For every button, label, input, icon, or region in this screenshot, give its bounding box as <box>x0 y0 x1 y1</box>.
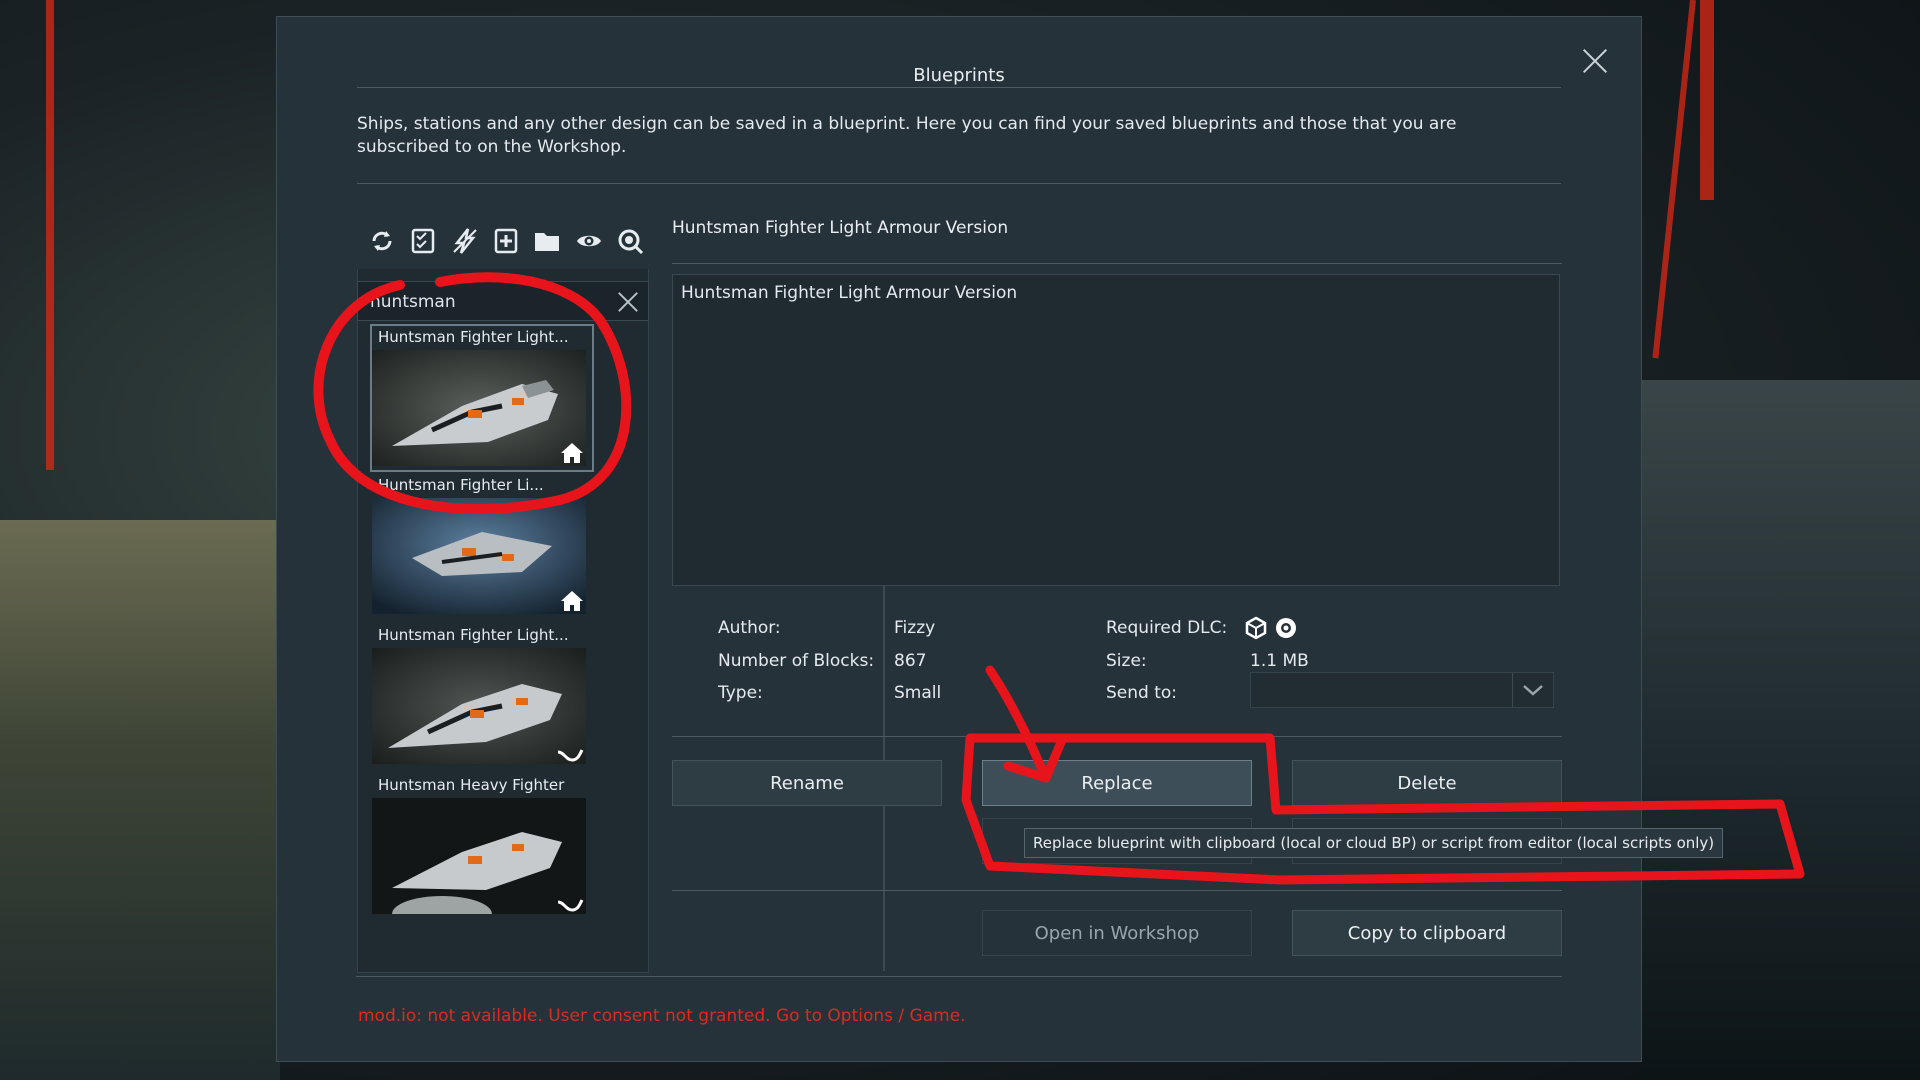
send-to-dropdown[interactable] <box>1250 672 1554 708</box>
required-dlc-label: Required DLC: <box>1106 618 1228 638</box>
refresh-icon[interactable] <box>363 222 400 260</box>
blueprint-name: Huntsman Fighter Li... <box>378 476 544 494</box>
blueprint-item[interactable]: Huntsman Fighter Light... <box>370 324 594 472</box>
replace-tooltip: Replace blueprint with clipboard (local … <box>1024 828 1724 858</box>
send-to-label: Send to: <box>1106 683 1178 703</box>
blueprint-thumbnail <box>372 350 586 466</box>
divider <box>672 890 1562 891</box>
dialog-description: Ships, stations and any other design can… <box>357 114 1457 157</box>
steam-icon <box>557 899 584 912</box>
steam-icon <box>557 749 584 762</box>
type-label: Type: <box>718 683 763 703</box>
blocks-value: 867 <box>894 651 927 671</box>
blueprint-name: Huntsman Fighter Light... <box>378 626 569 644</box>
rename-button[interactable]: Rename <box>672 760 942 806</box>
blueprint-name: Huntsman Heavy Fighter <box>378 776 565 794</box>
replace-button[interactable]: Replace <box>982 760 1252 806</box>
divider <box>356 976 1562 977</box>
blueprint-thumbnail <box>372 648 586 764</box>
author-label: Author: <box>718 618 781 638</box>
close-icon[interactable] <box>1581 47 1609 75</box>
chevron-down-icon <box>1512 673 1553 707</box>
clear-search-icon[interactable] <box>616 290 640 314</box>
blueprint-thumbnail <box>372 498 586 614</box>
blueprint-detail-title: Huntsman Fighter Light Armour Version <box>672 218 1009 238</box>
copy-to-clipboard-button[interactable]: Copy to clipboard <box>1292 910 1562 956</box>
background-beam <box>1652 0 1696 359</box>
background-terrain-left <box>0 520 280 1080</box>
dlc-icon <box>1276 618 1296 638</box>
home-icon <box>561 443 583 463</box>
blueprint-description-text: Huntsman Fighter Light Armour Version <box>681 283 1018 303</box>
eye-icon[interactable] <box>570 222 607 260</box>
size-value: 1.1 MB <box>1250 651 1309 671</box>
dialog-title: Blueprints <box>913 65 1005 86</box>
blueprint-toolbar <box>357 213 649 269</box>
checklist-icon[interactable] <box>404 222 441 260</box>
search-field <box>357 281 649 321</box>
blueprint-item[interactable]: Huntsman Fighter Light... <box>372 624 592 768</box>
size-label: Size: <box>1106 651 1147 671</box>
lightning-icon[interactable] <box>446 222 483 260</box>
author-value: Fizzy <box>894 618 936 638</box>
blueprint-thumbnail <box>372 798 586 914</box>
blueprint-description-box[interactable]: Huntsman Fighter Light Armour Version <box>672 274 1560 586</box>
dlc-icon <box>1245 616 1267 640</box>
background-beam <box>1700 0 1714 200</box>
search-input[interactable] <box>368 288 602 316</box>
new-blueprint-icon[interactable] <box>487 222 524 260</box>
delete-button[interactable]: Delete <box>1292 760 1562 806</box>
divider <box>357 87 1561 88</box>
divider <box>672 263 1562 264</box>
blueprint-name: Huntsman Fighter Light... <box>378 328 569 346</box>
modio-status-message: mod.io: not available. User consent not … <box>358 1006 966 1026</box>
blueprint-item[interactable]: Huntsman Fighter Li... <box>372 474 592 618</box>
background-beam <box>46 0 54 470</box>
blocks-label: Number of Blocks: <box>718 651 875 671</box>
home-icon <box>561 591 583 611</box>
divider <box>357 183 1561 184</box>
blueprint-item[interactable]: Huntsman Heavy Fighter <box>372 774 592 918</box>
background-terrain-right <box>1640 380 1920 1080</box>
open-in-workshop-button[interactable]: Open in Workshop <box>982 910 1252 956</box>
folder-icon[interactable] <box>529 222 566 260</box>
search-icon[interactable] <box>612 222 649 260</box>
divider <box>672 736 1562 737</box>
type-value: Small <box>894 683 942 703</box>
